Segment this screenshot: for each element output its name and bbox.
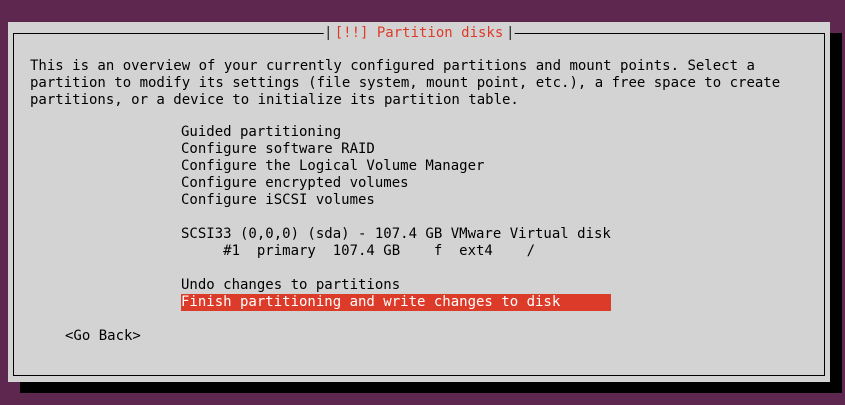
menu-configure-iscsi-volumes[interactable]: Configure iSCSI volumes — [181, 192, 375, 209]
menu-guided-partitioning[interactable]: Guided partitioning — [181, 124, 341, 141]
menu-undo-changes[interactable]: Undo changes to partitions — [181, 277, 400, 294]
partition-entry[interactable]: #1 primary 107.4 GB f ext4 / — [181, 243, 535, 260]
menu-configure-lvm[interactable]: Configure the Logical Volume Manager — [181, 158, 484, 175]
dialog-title: [!!] Partition disks — [323, 23, 515, 43]
menu-configure-software-raid[interactable]: Configure software RAID — [181, 141, 375, 158]
intro-line-3: partitions, or a device to initialize it… — [30, 92, 519, 108]
partition-disks-dialog: [!!] Partition disks This is an overview… — [8, 22, 830, 382]
title-right-bar — [509, 26, 511, 40]
intro-line-1: This is an overview of your currently co… — [30, 58, 755, 74]
dialog-title-text: [!!] Partition disks — [334, 25, 504, 41]
menu-finish-partitioning[interactable]: Finish partitioning and write changes to… — [181, 294, 611, 311]
go-back-button[interactable]: <Go Back> — [65, 328, 141, 345]
intro-line-2: partition to modify its settings (file s… — [30, 75, 781, 91]
disk-entry[interactable]: SCSI33 (0,0,0) (sda) - 107.4 GB VMware V… — [181, 226, 611, 243]
menu-configure-encrypted-volumes[interactable]: Configure encrypted volumes — [181, 175, 409, 192]
